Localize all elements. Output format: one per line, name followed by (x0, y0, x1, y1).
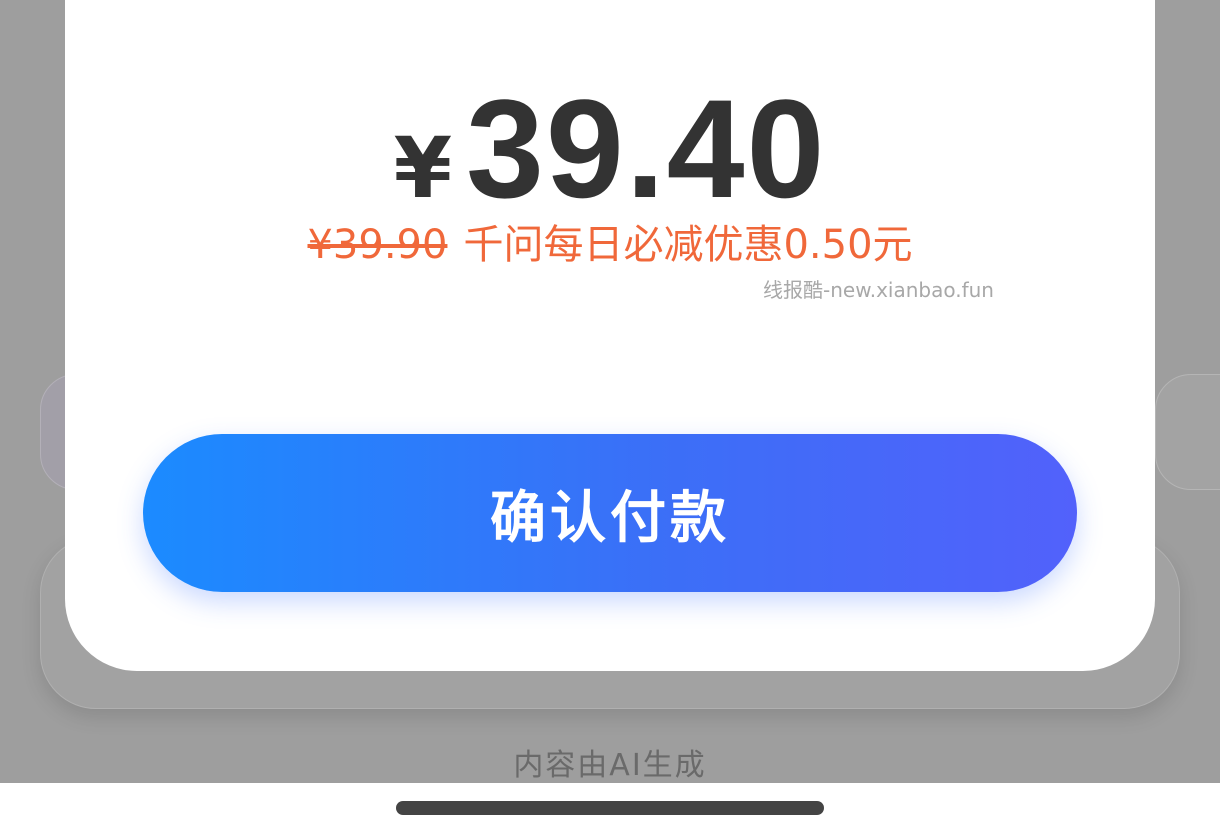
confirm-payment-button[interactable]: 确认付款 (143, 434, 1077, 592)
screen: 内容由AI生成 ¥39.40 ¥39.90 千问每日必减优惠0.50元 线报酷-n… (0, 0, 1220, 835)
payment-price: ¥39.40 (65, 68, 1155, 230)
home-indicator[interactable] (396, 801, 824, 815)
payment-amount: 39.40 (466, 70, 827, 227)
watermark: 线报酷-new.xianbao.fun (763, 278, 994, 302)
ai-generated-note: 内容由AI生成 (513, 748, 707, 783)
discount-text: 千问每日必减优惠0.50元 (463, 222, 913, 268)
background-right-card (1155, 374, 1220, 490)
currency-symbol: ¥ (393, 119, 453, 217)
discount-line: ¥39.90 千问每日必减优惠0.50元 (65, 212, 1155, 270)
payment-sheet: ¥39.40 ¥39.90 千问每日必减优惠0.50元 线报酷-new.xianb… (65, 0, 1155, 671)
original-price: ¥39.90 (307, 222, 448, 268)
